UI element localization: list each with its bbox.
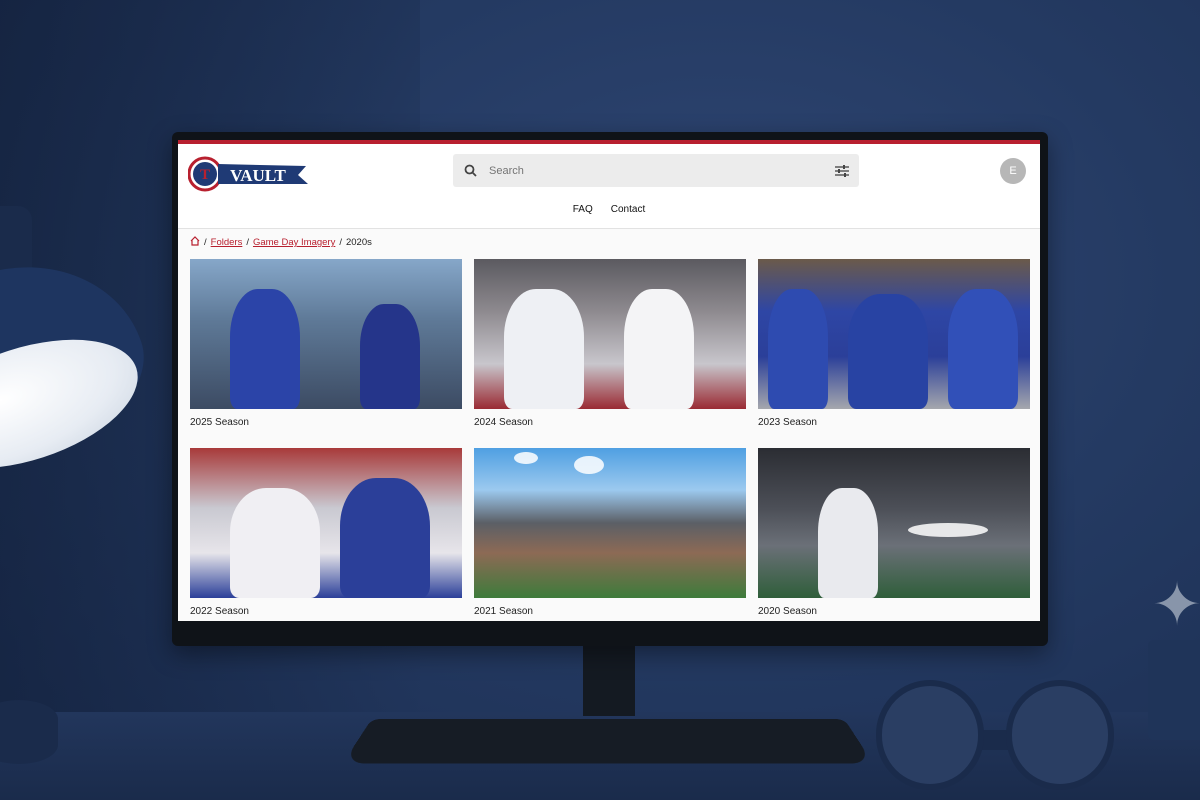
breadcrumb-current: 2020s <box>345 237 372 248</box>
monitor: T VAULT E FAQ Contact <box>172 132 1048 646</box>
folder-thumbnail[interactable] <box>190 259 462 409</box>
search-bar[interactable] <box>453 154 859 187</box>
vault-logo[interactable]: T VAULT <box>188 156 312 192</box>
folder-label[interactable]: 2021 Season <box>474 606 746 617</box>
logo-text: VAULT <box>230 166 286 185</box>
breadcrumb-game-day-imagery-link[interactable]: Game Day Imagery <box>253 237 335 248</box>
folder-card-2022[interactable]: 2022 Season <box>190 448 462 617</box>
folder-card-2025[interactable]: 2025 Season <box>190 259 462 428</box>
folder-label[interactable]: 2022 Season <box>190 606 462 617</box>
top-nav: FAQ Contact <box>178 204 1040 215</box>
monitor-stand-foot <box>342 719 874 764</box>
folder-card-2024[interactable]: 2024 Season <box>474 259 746 428</box>
plant-icon: ✦ <box>1151 571 1200 638</box>
monitor-stand-neck <box>583 646 635 716</box>
home-icon[interactable] <box>190 236 200 249</box>
folder-thumbnail[interactable] <box>474 259 746 409</box>
logo-mark: T <box>200 167 210 183</box>
breadcrumb-separator: / <box>204 237 207 248</box>
breadcrumb: / Folders / Game Day Imagery / 2020s <box>190 236 372 249</box>
search-icon <box>453 164 487 177</box>
breadcrumb-separator: / <box>246 237 249 248</box>
filter-sliders-icon[interactable] <box>825 164 859 177</box>
headphones-left-cup <box>876 680 984 790</box>
folder-thumbnail[interactable] <box>758 448 1030 598</box>
site-header: T VAULT E FAQ Contact <box>178 144 1040 229</box>
folder-card-2023[interactable]: 2023 Season <box>758 259 1030 428</box>
folder-thumbnail[interactable] <box>190 448 462 598</box>
search-input[interactable] <box>487 163 825 178</box>
headphones-right-cup <box>1006 680 1114 790</box>
nav-faq-link[interactable]: FAQ <box>573 204 593 215</box>
folder-label[interactable]: 2024 Season <box>474 417 746 428</box>
folder-label[interactable]: 2025 Season <box>190 417 462 428</box>
folder-label[interactable]: 2020 Season <box>758 606 1030 617</box>
browser-screen: T VAULT E FAQ Contact <box>178 140 1040 621</box>
folder-card-2020[interactable]: 2020 Season <box>758 448 1030 617</box>
folder-label[interactable]: 2023 Season <box>758 417 1030 428</box>
folder-card-2021[interactable]: 2021 Season <box>474 448 746 617</box>
lamp-base <box>0 700 58 764</box>
folder-thumbnail[interactable] <box>474 448 746 598</box>
nav-contact-link[interactable]: Contact <box>611 204 645 215</box>
folder-thumbnail[interactable] <box>758 259 1030 409</box>
breadcrumb-separator: / <box>339 237 342 248</box>
user-avatar[interactable]: E <box>1000 158 1026 184</box>
plant-pot <box>1148 640 1200 740</box>
breadcrumb-folders-link[interactable]: Folders <box>211 237 243 248</box>
